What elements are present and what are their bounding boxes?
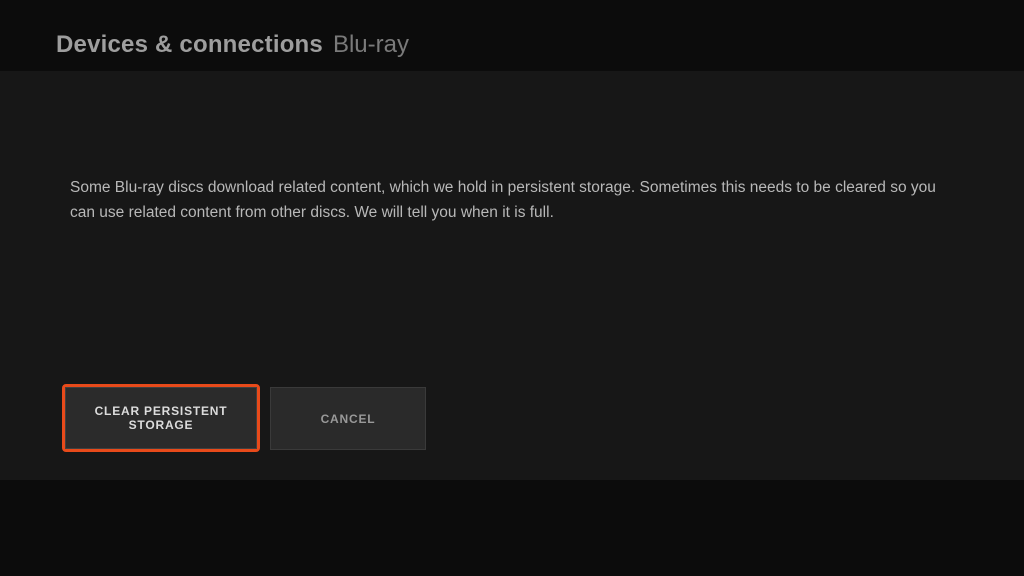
button-label: CLEAR PERSISTENT STORAGE — [66, 404, 256, 432]
breadcrumb-subtitle: Blu-ray — [333, 31, 409, 59]
header-bar: Devices & connections Blu-ray — [0, 0, 1024, 71]
main-content: Some Blu-ray discs download related cont… — [0, 71, 1024, 480]
button-row: CLEAR PERSISTENT STORAGE CANCEL — [62, 384, 426, 452]
button-label: CANCEL — [321, 412, 376, 426]
breadcrumb-title: Devices & connections — [56, 31, 323, 59]
description-text: Some Blu-ray discs download related cont… — [70, 175, 950, 225]
clear-persistent-storage-button[interactable]: CLEAR PERSISTENT STORAGE — [65, 387, 257, 449]
cancel-button[interactable]: CANCEL — [270, 387, 426, 450]
footer-bar — [0, 480, 1024, 576]
focused-button-ring: CLEAR PERSISTENT STORAGE — [62, 384, 260, 452]
